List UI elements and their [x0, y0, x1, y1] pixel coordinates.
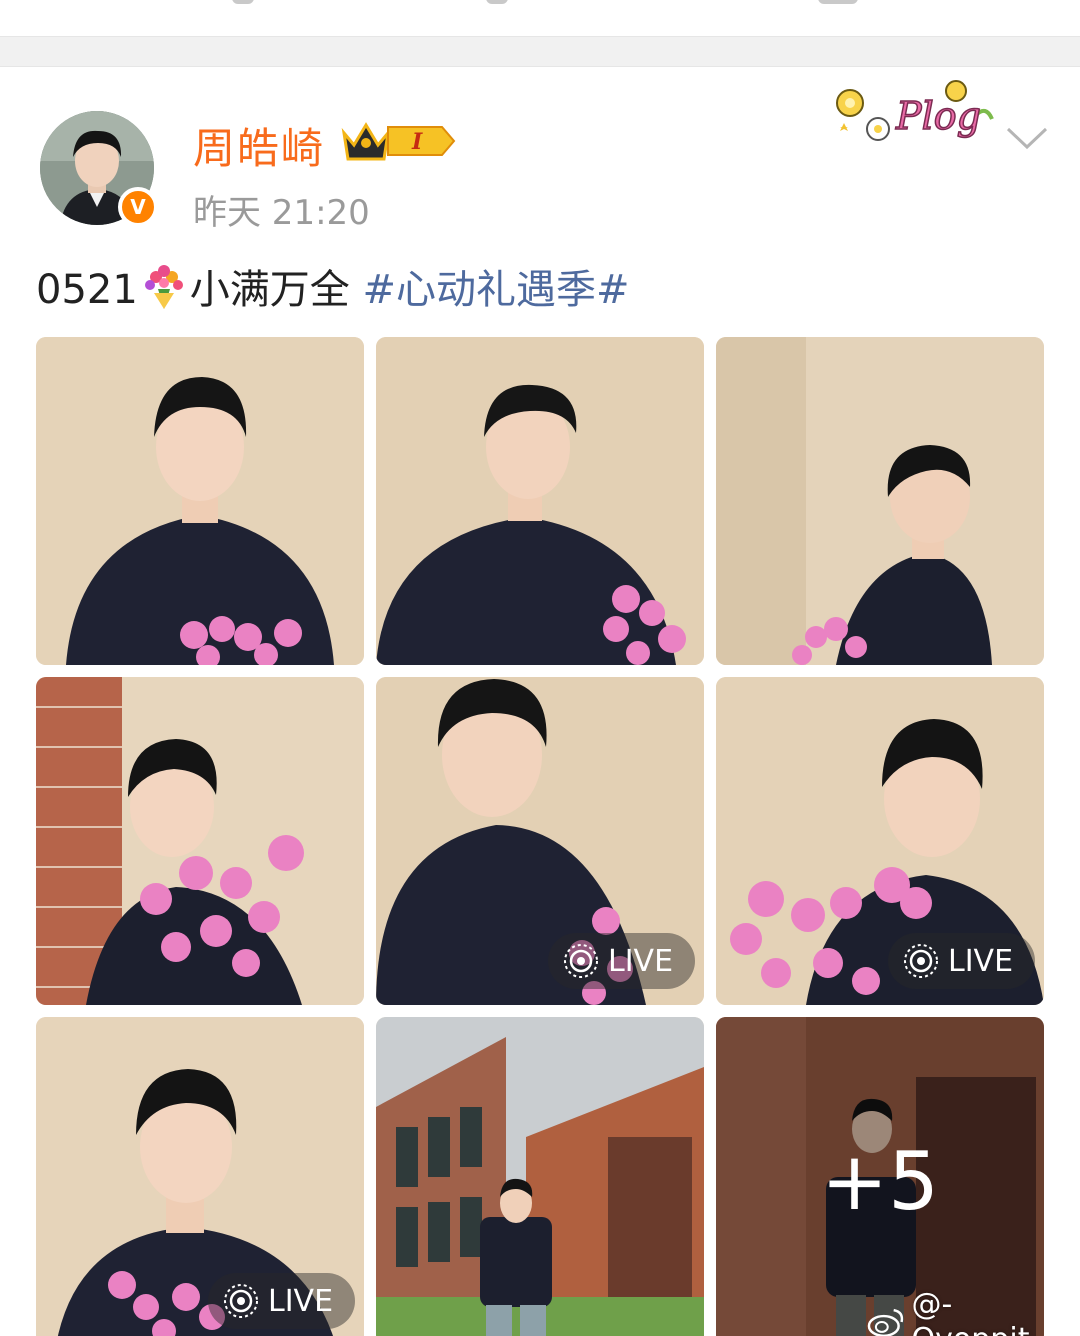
- weibo-logo-icon: [867, 1308, 904, 1336]
- feed-separator: [0, 36, 1080, 67]
- weibo-post-card: V 周皓崎 I 昨天 21:20 Plog 0521 小满万全 #心动礼遇季#: [0, 67, 1080, 1336]
- live-label: LIVE: [268, 1283, 334, 1319]
- photo-3[interactable]: [716, 337, 1044, 665]
- vip-level-text: I: [411, 129, 423, 155]
- photo-5[interactable]: LIVE: [376, 677, 704, 1005]
- live-label: LIVE: [948, 943, 1014, 979]
- live-photo-icon: [904, 944, 938, 978]
- weibo-watermark: @-Ovoppit-: [866, 1287, 1080, 1336]
- hashtag-link[interactable]: #心动礼遇季#: [363, 267, 630, 313]
- plog-sticker-text: Plog: [895, 94, 981, 138]
- toolbar-icon[interactable]: [818, 0, 858, 4]
- live-photo-badge[interactable]: LIVE: [888, 933, 1036, 989]
- post-timestamp: 昨天 21:20: [193, 193, 370, 233]
- vip-crown-badge[interactable]: I: [340, 119, 456, 163]
- photo-8[interactable]: [376, 1017, 704, 1336]
- top-toolbar: [0, 0, 1080, 36]
- toolbar-icon[interactable]: [232, 0, 254, 4]
- post-text-date: 0521: [36, 267, 138, 313]
- watermark-text: @-Ovoppit-: [911, 1287, 1041, 1336]
- photo-1[interactable]: [36, 337, 364, 665]
- verified-badge: V: [118, 187, 158, 227]
- chevron-down-icon[interactable]: [1004, 121, 1050, 153]
- live-photo-icon: [224, 1284, 258, 1318]
- photo-6[interactable]: LIVE: [716, 677, 1044, 1005]
- post-content: 0521 小满万全 #心动礼遇季#: [36, 257, 630, 315]
- bouquet-emoji-icon: [144, 265, 183, 309]
- live-label: LIVE: [608, 943, 674, 979]
- live-photo-badge[interactable]: LIVE: [548, 933, 696, 989]
- photo-4[interactable]: [36, 677, 364, 1005]
- author-name[interactable]: 周皓崎: [193, 115, 325, 176]
- live-photo-badge[interactable]: LIVE: [208, 1273, 356, 1329]
- live-photo-icon: [564, 944, 598, 978]
- photo-7[interactable]: LIVE: [36, 1017, 364, 1336]
- toolbar-icon[interactable]: [486, 0, 508, 4]
- plog-sticker: Plog: [836, 80, 994, 141]
- post-text-body: 小满万全: [189, 267, 363, 313]
- photo-2[interactable]: [376, 337, 704, 665]
